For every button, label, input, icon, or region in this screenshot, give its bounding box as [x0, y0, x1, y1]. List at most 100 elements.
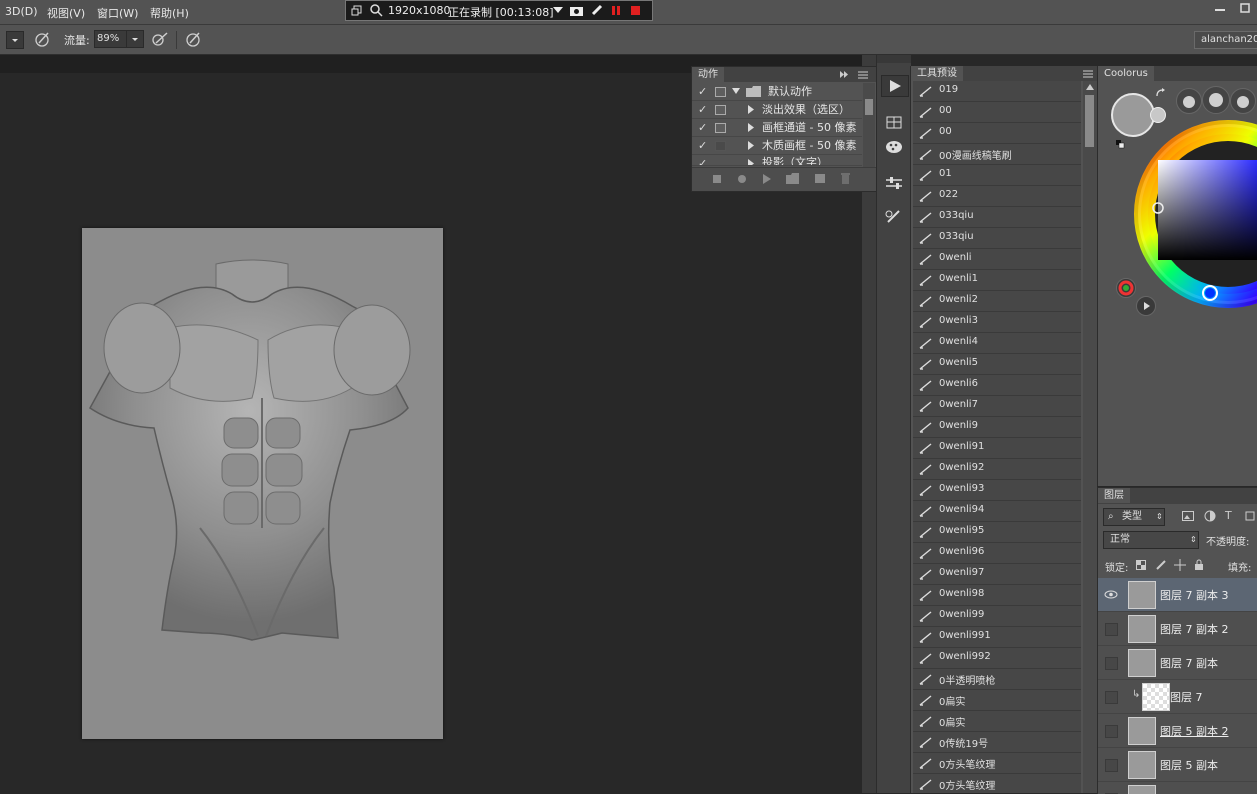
- tool-preset-item[interactable]: 00漫画线稿笔刷: [913, 144, 1081, 165]
- history-panel-button[interactable]: [881, 207, 907, 227]
- zoom-icon[interactable]: [370, 4, 383, 17]
- visibility-toggle[interactable]: [1105, 691, 1118, 704]
- tool-preset-item[interactable]: 0wenli99: [913, 606, 1081, 627]
- new-action-icon[interactable]: [814, 173, 826, 184]
- scroll-up-icon[interactable]: [1086, 84, 1094, 90]
- menu-window[interactable]: 窗口(W): [97, 5, 138, 21]
- stop-icon[interactable]: [712, 174, 722, 184]
- lock-pixels-icon[interactable]: [1155, 559, 1167, 571]
- menu-help[interactable]: 帮助(H): [150, 5, 189, 21]
- tool-preset-item[interactable]: 0wenli93: [913, 480, 1081, 501]
- dialog-toggle-icon[interactable]: [715, 123, 726, 133]
- tool-preset-item[interactable]: 0wenli2: [913, 291, 1081, 312]
- tool-preset-item[interactable]: 0传统19号: [913, 732, 1081, 753]
- flow-dropdown[interactable]: [126, 30, 144, 48]
- menu-view[interactable]: 视图(V): [47, 5, 85, 21]
- visibility-toggle[interactable]: [1105, 657, 1118, 670]
- tool-preset-item[interactable]: 00: [913, 102, 1081, 123]
- tool-preset-item[interactable]: 00: [913, 123, 1081, 144]
- coolorus-tab[interactable]: Coolorus: [1098, 66, 1154, 81]
- visibility-toggle[interactable]: [1105, 725, 1118, 738]
- brush-dropdown[interactable]: [6, 31, 24, 49]
- dialog-toggle-icon[interactable]: [715, 141, 726, 151]
- tool-preset-item[interactable]: 0wenli: [913, 249, 1081, 270]
- menu-3d[interactable]: 3D(D): [5, 5, 38, 18]
- layer-row[interactable]: ↳ 图层 7: [1098, 680, 1257, 714]
- tool-preset-item[interactable]: 0wenli91: [913, 438, 1081, 459]
- record-icon[interactable]: [737, 174, 747, 184]
- image-filter-icon[interactable]: [1182, 511, 1194, 521]
- checkmark-icon[interactable]: ✓: [698, 83, 707, 100]
- checkmark-icon[interactable]: ✓: [698, 155, 707, 165]
- tool-preset-item[interactable]: 0wenli3: [913, 312, 1081, 333]
- tool-presets-scrollbar[interactable]: [1083, 81, 1097, 793]
- restore-icon[interactable]: [351, 5, 363, 17]
- scrollbar-thumb[interactable]: [1085, 95, 1094, 147]
- color-harmony-button[interactable]: [1116, 278, 1136, 298]
- document-canvas[interactable]: [82, 228, 443, 739]
- airbrush-icon[interactable]: [150, 30, 170, 48]
- tool-preset-item[interactable]: 0wenli6: [913, 375, 1081, 396]
- expand-right-icon[interactable]: [748, 141, 754, 150]
- action-row[interactable]: ✓ 画框通道 - 50 像素: [692, 119, 862, 137]
- tool-preset-item[interactable]: 033qiu: [913, 207, 1081, 228]
- lock-all-icon[interactable]: [1194, 559, 1204, 571]
- checkmark-icon[interactable]: ✓: [698, 119, 707, 136]
- expand-right-icon[interactable]: [748, 159, 754, 166]
- tool-preset-item[interactable]: 019: [913, 81, 1081, 102]
- tool-preset-item[interactable]: 0wenli97: [913, 564, 1081, 585]
- shape-filter-icon[interactable]: [1244, 510, 1256, 522]
- layer-row[interactable]: 图层 7 副本 2: [1098, 612, 1257, 646]
- tool-preset-item[interactable]: 0扁实: [913, 690, 1081, 711]
- tool-preset-item[interactable]: 0wenli96: [913, 543, 1081, 564]
- layer-row[interactable]: 图层 7 副本 3: [1098, 578, 1257, 612]
- navigator-panel-button[interactable]: [881, 113, 907, 133]
- brush-mode-button-2[interactable]: [1202, 86, 1230, 114]
- tool-preset-item[interactable]: 0扁实: [913, 711, 1081, 732]
- checkmark-icon[interactable]: ✓: [698, 101, 707, 118]
- tool-preset-item[interactable]: 033qiu: [913, 228, 1081, 249]
- tool-preset-item[interactable]: 0wenli5: [913, 354, 1081, 375]
- tool-preset-item[interactable]: 0wenli991: [913, 627, 1081, 648]
- tool-preset-item[interactable]: 0方头笔纹理: [913, 774, 1081, 793]
- tool-preset-item[interactable]: 0wenli95: [913, 522, 1081, 543]
- layer-row[interactable]: 图层 7 副本: [1098, 646, 1257, 680]
- swatches-panel-button[interactable]: [881, 137, 907, 157]
- layer-filter-select[interactable]: ⌕ 类型 ⇕: [1103, 508, 1165, 526]
- brush-mode-button-1[interactable]: [1176, 88, 1202, 114]
- tablet-pressure-size-icon[interactable]: [184, 30, 202, 48]
- eye-icon[interactable]: [1104, 590, 1118, 599]
- type-filter-icon[interactable]: T: [1225, 509, 1232, 522]
- adjustment-filter-icon[interactable]: [1204, 510, 1216, 522]
- tool-preset-item[interactable]: 022: [913, 186, 1081, 207]
- layer-row[interactable]: 图层 5 副本: [1098, 748, 1257, 782]
- pen-icon[interactable]: [591, 4, 603, 16]
- tool-preset-item[interactable]: 01: [913, 165, 1081, 186]
- action-row[interactable]: ✓ 淡出效果（选区）: [692, 101, 862, 119]
- tool-preset-item[interactable]: 0wenli7: [913, 396, 1081, 417]
- expand-right-icon[interactable]: [748, 123, 754, 132]
- actions-scrollbar[interactable]: [863, 83, 875, 167]
- tool-preset-item[interactable]: 0wenli4: [913, 333, 1081, 354]
- tool-preset-item[interactable]: 0wenli92: [913, 459, 1081, 480]
- minimize-icon[interactable]: [1207, 0, 1257, 16]
- tool-preset-item[interactable]: 0wenli98: [913, 585, 1081, 606]
- expand-down-icon[interactable]: [732, 88, 740, 95]
- tool-preset-item[interactable]: 0wenli9: [913, 417, 1081, 438]
- swap-colors-icon[interactable]: [1155, 88, 1167, 100]
- play-icon[interactable]: [762, 174, 772, 184]
- airbrush-pressure-icon[interactable]: [33, 30, 51, 48]
- user-account[interactable]: alanchan2016: [1194, 31, 1257, 49]
- action-row[interactable]: ✓ 投影（文字）: [692, 155, 862, 166]
- visibility-toggle[interactable]: [1105, 623, 1118, 636]
- tool-preset-item[interactable]: 0wenli992: [913, 648, 1081, 669]
- dialog-toggle-icon[interactable]: [715, 105, 726, 115]
- layer-row[interactable]: 图层 5 副本 2: [1098, 714, 1257, 748]
- tool-presets-tab[interactable]: 工具预设: [911, 66, 963, 81]
- camera-icon[interactable]: [570, 5, 583, 16]
- panel-menu-icon[interactable]: [840, 70, 870, 79]
- layer-row[interactable]: [1098, 782, 1257, 794]
- expand-right-icon[interactable]: [748, 105, 754, 114]
- pause-icon[interactable]: [611, 5, 621, 16]
- action-row[interactable]: ✓ 木质画框 - 50 像素: [692, 137, 862, 155]
